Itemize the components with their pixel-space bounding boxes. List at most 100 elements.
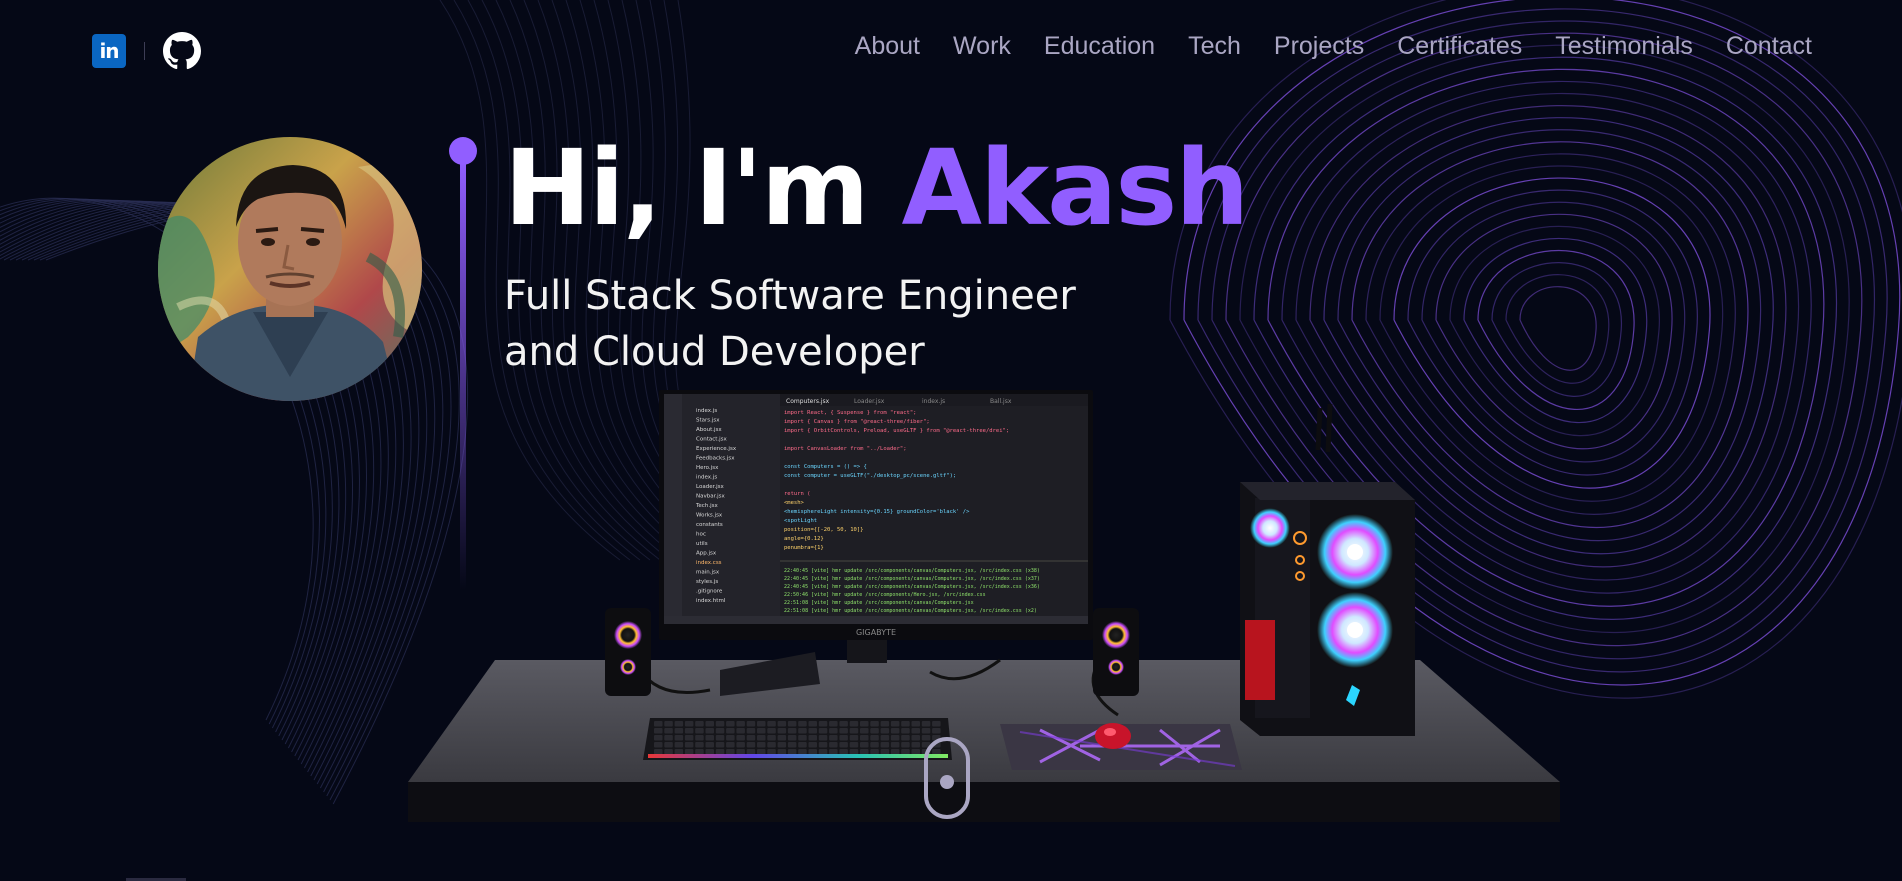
keyboard-key [829,728,838,734]
keyboard-key [818,721,828,727]
keyboard-key [684,735,694,741]
keyboard-key [911,735,920,741]
keyboard-key [818,735,828,741]
keyboard-key [860,735,869,741]
keyboard-key [746,728,756,734]
keyboard-key [808,728,817,734]
nav-work[interactable]: Work [953,32,1011,61]
code-line: import CanvasLoader from "../Loader"; [784,446,907,452]
keyboard-key [674,749,684,755]
keyboard-key [736,735,745,741]
keyboard-key [715,728,725,734]
social-divider [144,42,145,60]
nav-projects[interactable]: Projects [1274,32,1364,61]
linkedin-icon[interactable]: in [92,34,126,68]
keyboard-key [726,721,735,727]
scroll-dot [940,775,954,789]
code-line: const computer = useGLTF("./desktop_pc/s… [784,473,956,479]
nav-education[interactable]: Education [1044,32,1155,61]
keyboard-key [715,721,725,727]
keyboard-key [798,728,807,734]
desk-front [408,782,1560,822]
keyboard-key [870,721,879,727]
keyboard-key [890,728,900,734]
explorer-file: Feedbacks.jsx [696,456,735,462]
keyboard-key [880,721,890,727]
keyboard-key [911,742,920,748]
keyboard-key [736,728,745,734]
explorer-file: index.js [696,408,717,414]
speaker-right [1093,608,1139,696]
nav-testimonials[interactable]: Testimonials [1555,32,1693,61]
keyboard-key [808,742,817,748]
keyboard-key [849,735,859,741]
keyboard-key [839,728,848,734]
keyboard-key [777,728,787,734]
explorer-file: index.css [696,560,722,566]
scroll-mouse-icon[interactable] [924,737,970,819]
keyboard-key [757,742,766,748]
keyboard-key [726,735,735,741]
editor-tab: Ball.jsx [990,398,1012,405]
keyboard-key [839,721,848,727]
keyboard-key [901,728,910,734]
explorer-file: About.jsx [696,427,722,433]
keyboard-key [674,742,684,748]
keyboard-key [880,728,890,734]
keyboard-key [684,749,694,755]
terminal-line: 22:51:08 [vite] hmr update /src/componen… [784,608,1037,614]
keyboard-key [911,749,920,755]
code-line: import { OrbitControls, Preload, useGLTF… [784,428,1009,434]
keyboard-key [654,735,663,741]
keyboard-key [654,749,663,755]
keyboard-key [664,749,673,755]
keyboard-key [921,735,931,741]
keyboard-key [860,728,869,734]
explorer-file: App.jsx [696,551,717,557]
keyboard-key [808,721,817,727]
code-line: penumbra={1} [784,545,824,551]
editor-tab: Loader.jsx [854,398,885,405]
desktop-pc-3d-scene[interactable]: Computers.jsx Loader.jsx index.js Ball.jsx … [400,390,1580,830]
hero-greeting: Hi, I'm [504,127,902,249]
keyboard-key [777,749,787,755]
keyboard-key [818,742,828,748]
keyboard-key [860,749,869,755]
keyboard-key [705,728,714,734]
keyboard-key [767,728,776,734]
hero-subtitle-line1: Full Stack Software Engineer [504,273,1076,319]
keyboard-key [798,735,807,741]
explorer-file: styles.js [696,579,718,585]
keyboard-key [757,735,766,741]
code-line: <spotLight [784,518,817,524]
explorer-file: .gitignore [696,589,723,595]
keyboard-key [705,749,714,755]
keyboard-key [654,721,663,727]
linkedin-icon-text: in [99,39,119,63]
terminal-line: 22:50:46 [vite] hmr update /src/componen… [784,592,986,598]
keyboard-key [890,749,900,755]
keyboard-key [674,735,684,741]
keyboard-key [839,735,848,741]
explorer-file: Works.jsx [696,513,723,519]
keyboard-key [798,742,807,748]
explorer-file: utils [696,541,708,547]
github-icon[interactable] [163,32,201,70]
nav-tech[interactable]: Tech [1188,32,1241,61]
nav-contact[interactable]: Contact [1726,32,1812,61]
code-line: <hemisphereLight intensity={0.15} ground… [784,509,970,515]
keyboard-key [890,735,900,741]
explorer-file: hoc [696,532,706,538]
explorer-file: Hero.jsx [696,465,719,471]
nav-certificates[interactable]: Certificates [1397,32,1522,61]
keyboard-key [787,735,797,741]
explorer-file: constants [696,522,723,528]
keyboard-key [798,721,807,727]
keyboard-key [705,721,714,727]
keyboard-key [705,735,714,741]
keyboard-key [880,735,890,741]
nav-about[interactable]: About [855,32,920,61]
keyboard-key [921,721,931,727]
monitor: Computers.jsx Loader.jsx index.js Ball.jsx … [659,390,1093,696]
keyboard-key [726,728,735,734]
